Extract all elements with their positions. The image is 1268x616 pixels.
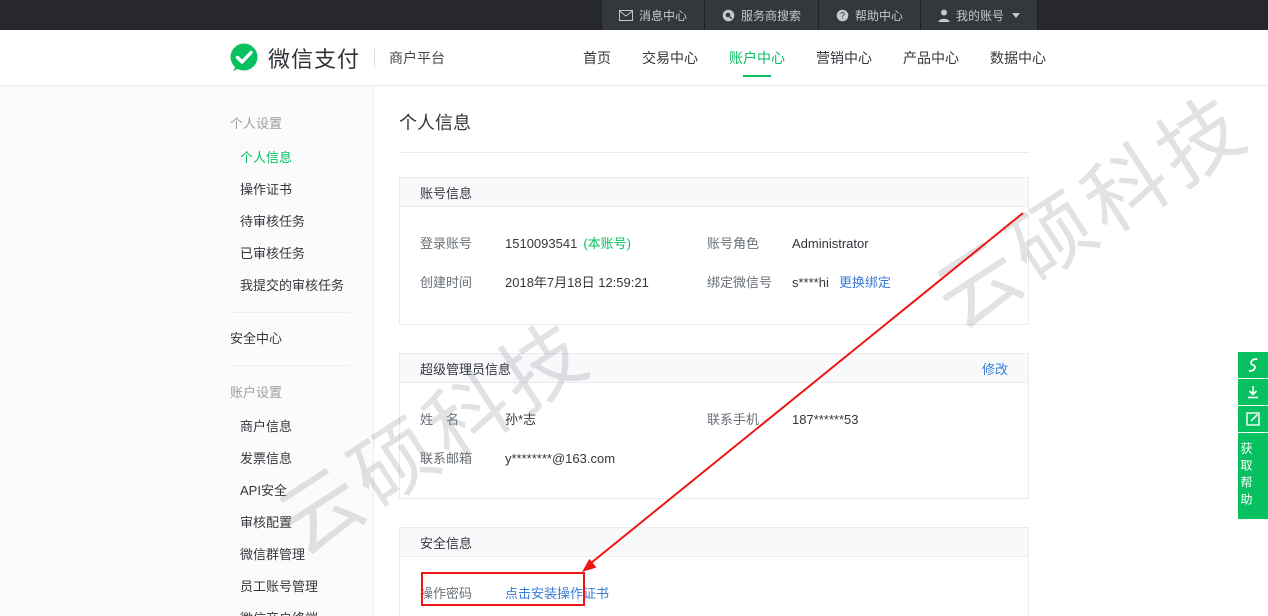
floating-toolbar: 获取帮助 [1238,352,1268,519]
app-header: 微信支付 商户平台 首页 交易中心 账户中心 营销中心 产品中心 数据中心 [0,30,1268,86]
card-body: 姓 名 孙*志 联系手机 187******53 联系邮箱 y********@… [400,383,1028,498]
download-icon [1246,385,1260,399]
link-icon [1246,357,1260,373]
topbar-item-label: 消息中心 [639,7,687,24]
sidebar-group-account-settings: 账户设置 [200,382,373,401]
field-label-name: 姓 名 [420,409,505,428]
field-value-name: 孙*志 [505,409,536,428]
super-admin-info-card: 超级管理员信息 修改 姓 名 孙*志 联系手机 187******53 [399,353,1029,499]
sidebar-item-reviewed-tasks[interactable]: 已审核任务 [200,238,373,270]
card-title: 账号信息 [420,183,472,202]
page-title: 个人信息 [399,86,1268,135]
service-provider-search-menu[interactable]: 服务商搜索 [704,0,818,30]
modify-link[interactable]: 修改 [982,359,1008,378]
card-header: 安全信息 [400,528,1028,557]
brand-name: 微信支付 [268,42,360,74]
field-label-account-role: 账号角色 [707,233,792,252]
feedback-link-button[interactable] [1238,352,1268,378]
topbar-item-label: 帮助中心 [855,7,903,24]
sidebar-item-pending-review-tasks[interactable]: 待审核任务 [200,206,373,238]
help-center-menu[interactable]: ? 帮助中心 [818,0,920,30]
card-title: 超级管理员信息 [420,359,511,378]
sidebar-group-personal-settings: 个人设置 [200,113,373,132]
field-value-login-account: 1510093541(本账号) [505,233,631,252]
topbar-item-label: 服务商搜索 [741,7,801,24]
caret-down-icon [1012,13,1020,18]
security-info-card: 安全信息 操作密码 点击安装操作证书 登录密码 [399,527,1029,616]
install-operation-certificate-link[interactable]: 点击安装操作证书 [505,583,609,602]
sidebar: 个人设置 个人信息 操作证书 待审核任务 已审核任务 我提交的审核任务 安全中心… [200,86,373,616]
change-binding-link[interactable]: 更换绑定 [839,275,891,290]
envelope-icon [619,10,633,21]
brand-separator [374,49,375,67]
field-value-created-time: 2018年7月18日 12:59:21 [505,272,649,291]
sidebar-item-wechat-group-mgmt[interactable]: 微信群管理 [200,539,373,571]
nav-transaction-center[interactable]: 交易中心 [642,30,698,86]
nav-marketing-center[interactable]: 营销中心 [816,30,872,86]
my-account-menu[interactable]: 我的账号 [920,0,1038,30]
card-body: 登录账号 1510093541(本账号) 账号角色 Administrator … [400,207,1028,324]
svg-text:?: ? [840,10,845,20]
account-info-card: 账号信息 登录账号 1510093541(本账号) 账号角色 Administr… [399,177,1029,325]
wechat-pay-logo-icon [228,42,260,74]
field-value-contact-email: y********@163.com [505,451,615,466]
get-help-button[interactable]: 获取帮助 [1238,433,1268,519]
field-label-contact-email: 联系邮箱 [420,448,505,467]
this-account-note: (本账号) [583,236,631,251]
download-button[interactable] [1238,379,1268,405]
field-value-bound-wechat-id: s****hi更换绑定 [792,272,891,291]
sidebar-item-api-security[interactable]: API安全 [200,475,373,507]
field-label-created-time: 创建时间 [420,272,505,291]
edit-icon [1246,412,1260,426]
sidebar-item-personal-info[interactable]: 个人信息 [200,142,373,174]
main-content: 个人信息 账号信息 登录账号 1510093541(本账号) 账号角色 Admi… [373,86,1268,616]
feedback-edit-button[interactable] [1238,406,1268,432]
sidebar-item-wechat-merchant-terminal[interactable]: 微信商户终端 [200,603,373,616]
sidebar-item-security-center[interactable]: 安全中心 [200,323,373,355]
top-utility-bar: 消息中心 服务商搜索 ? 帮助中心 我的账号 [0,0,1268,30]
card-header: 超级管理员信息 修改 [400,354,1028,383]
sidebar-item-invoice-info[interactable]: 发票信息 [200,443,373,475]
field-label-operation-password: 操作密码 [420,583,505,602]
sidebar-divider [230,312,350,313]
field-label-bound-wechat-id: 绑定微信号 [707,272,792,291]
sidebar-item-staff-account-mgmt[interactable]: 员工账号管理 [200,571,373,603]
nav-account-center[interactable]: 账户中心 [729,30,785,86]
topbar-item-label: 我的账号 [956,7,1004,24]
brand: 微信支付 商户平台 [228,30,445,86]
sidebar-divider [230,365,350,366]
sidebar-item-merchant-info[interactable]: 商户信息 [200,411,373,443]
service-search-icon [722,9,735,22]
field-value-account-role: Administrator [792,236,869,251]
primary-nav: 首页 交易中心 账户中心 营销中心 产品中心 数据中心 [583,30,1046,86]
sidebar-item-review-config[interactable]: 审核配置 [200,507,373,539]
sidebar-item-my-submitted-tasks[interactable]: 我提交的审核任务 [200,270,373,302]
field-label-contact-phone: 联系手机 [707,409,792,428]
brand-subtitle: 商户平台 [389,48,445,68]
card-title: 安全信息 [420,533,472,552]
page: 消息中心 服务商搜索 ? 帮助中心 我的账号 [0,0,1268,616]
field-label-login-account: 登录账号 [420,233,505,252]
card-body: 操作密码 点击安装操作证书 登录密码 [400,557,1028,616]
message-center-menu[interactable]: 消息中心 [601,0,704,30]
nav-product-center[interactable]: 产品中心 [903,30,959,86]
title-divider [399,152,1029,153]
field-value-contact-phone: 187******53 [792,412,859,427]
help-circle-icon: ? [836,9,849,22]
nav-home[interactable]: 首页 [583,30,611,86]
user-icon [938,9,950,22]
card-header: 账号信息 [400,178,1028,207]
nav-data-center[interactable]: 数据中心 [990,30,1046,86]
sidebar-item-operation-certificate[interactable]: 操作证书 [200,174,373,206]
